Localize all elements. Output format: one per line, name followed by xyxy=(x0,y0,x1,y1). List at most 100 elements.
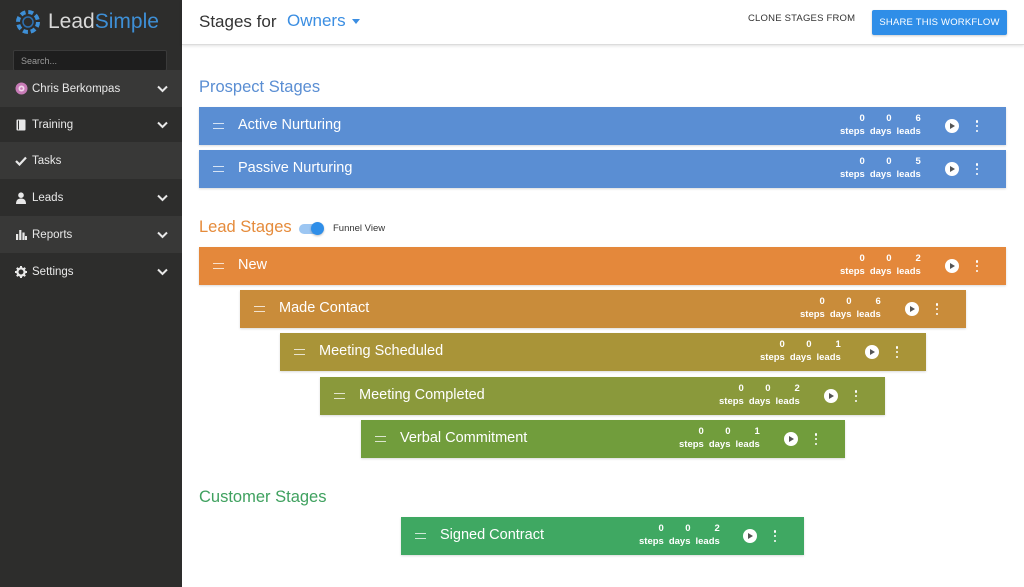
bar-chart-icon xyxy=(14,229,28,240)
stat-value: 0 xyxy=(859,253,865,264)
drag-handle-icon[interactable] xyxy=(415,533,426,539)
stat-days: 0 days xyxy=(870,113,892,139)
stat-label: steps xyxy=(840,126,865,137)
stage-name: Meeting Scheduled xyxy=(319,343,444,359)
stat-value: 0 xyxy=(806,339,812,350)
stat-value: 0 xyxy=(779,339,785,350)
stat-value: 5 xyxy=(915,156,921,167)
stat-label: steps xyxy=(679,439,704,450)
sidebar-item-tasks[interactable]: Tasks xyxy=(0,142,182,179)
more-options-icon[interactable] xyxy=(934,302,940,316)
stage-meeting-scheduled[interactable]: Meeting Scheduled 0 steps 0 days 1 leads xyxy=(280,333,926,371)
stat-label: steps xyxy=(639,536,664,547)
sidebar: LeadSimple Chris Berkompas Training Task… xyxy=(0,0,182,587)
logo[interactable]: Lead Simple xyxy=(0,0,182,44)
clone-stages-button[interactable]: CLONE STAGES FROM xyxy=(748,13,855,24)
stat-days: 0 days xyxy=(790,339,812,365)
stat-value: 0 xyxy=(685,523,691,534)
stat-leads: 5 leads xyxy=(896,156,920,182)
stat-leads: 1 leads xyxy=(735,426,759,452)
check-icon xyxy=(14,156,28,166)
stat-label: leads xyxy=(816,352,841,363)
sidebar-item-label: Settings xyxy=(32,265,74,278)
drag-handle-icon[interactable] xyxy=(254,306,265,312)
more-options-icon[interactable] xyxy=(974,259,980,273)
play-icon[interactable] xyxy=(865,345,879,359)
more-options-icon[interactable] xyxy=(974,162,980,176)
play-icon[interactable] xyxy=(784,432,798,446)
more-options-icon[interactable] xyxy=(853,389,859,403)
play-icon[interactable] xyxy=(905,302,919,316)
stat-value: 2 xyxy=(915,253,921,264)
drag-handle-icon[interactable] xyxy=(334,393,345,399)
stat-value: 0 xyxy=(819,296,825,307)
play-icon[interactable] xyxy=(743,529,757,543)
stat-leads: 6 leads xyxy=(896,113,920,139)
stat-steps: 0 steps xyxy=(840,156,865,182)
share-workflow-button[interactable]: SHARE THIS WORKFLOW xyxy=(872,10,1007,35)
stat-steps: 0 steps xyxy=(639,523,664,549)
more-options-icon[interactable] xyxy=(974,119,980,133)
stat-leads: 1 leads xyxy=(816,339,840,365)
stat-label: days xyxy=(869,126,892,137)
stat-value: 0 xyxy=(765,383,771,394)
stage-name: New xyxy=(238,257,268,273)
sidebar-item-settings[interactable]: Settings xyxy=(0,253,182,290)
sidebar-item-user-profile[interactable]: Chris Berkompas xyxy=(0,70,182,107)
stat-value: 0 xyxy=(886,156,892,167)
stat-label: steps xyxy=(760,352,785,363)
drag-handle-icon[interactable] xyxy=(213,123,224,129)
stat-value: 0 xyxy=(886,113,892,124)
drag-handle-icon[interactable] xyxy=(294,349,305,355)
stat-steps: 0 steps xyxy=(679,426,704,452)
sidebar-item-reports[interactable]: Reports xyxy=(0,216,182,253)
play-icon[interactable] xyxy=(945,162,959,176)
stat-label: days xyxy=(789,352,812,363)
stat-leads: 6 leads xyxy=(856,296,880,322)
stage-stats: 0 steps 0 days 1 leads xyxy=(679,426,765,452)
stage-passive-nurturing[interactable]: Passive Nurturing 0 steps 0 days 5 leads xyxy=(199,150,1006,188)
stat-steps: 0 steps xyxy=(760,339,785,365)
stage-name: Made Contact xyxy=(279,300,370,316)
logo-text-simple: Simple xyxy=(94,10,159,33)
stat-steps: 0 steps xyxy=(840,253,865,279)
stage-signed-contract[interactable]: Signed Contract 0 steps 0 days 2 leads xyxy=(401,517,804,555)
stat-value: 2 xyxy=(794,383,800,394)
sidebar-item-training[interactable]: Training xyxy=(0,106,182,143)
sidebar-item-leads[interactable]: Leads xyxy=(0,179,182,216)
workflow-select[interactable]: Owners xyxy=(287,11,360,31)
chevron-down-icon xyxy=(157,85,168,92)
funnel-view-toggle[interactable] xyxy=(299,222,324,235)
more-options-icon[interactable] xyxy=(772,529,778,543)
drag-handle-icon[interactable] xyxy=(375,436,386,442)
more-options-icon[interactable] xyxy=(894,345,900,359)
more-options-icon[interactable] xyxy=(813,432,819,446)
stat-label: days xyxy=(668,536,691,547)
sidebar-item-label: Leads xyxy=(32,191,64,204)
stage-made-contact[interactable]: Made Contact 0 steps 0 days 6 leads xyxy=(240,290,966,328)
stat-label: days xyxy=(829,309,852,320)
chevron-down-icon xyxy=(157,194,168,201)
drag-handle-icon[interactable] xyxy=(213,166,224,172)
stat-days: 0 days xyxy=(709,426,731,452)
play-icon[interactable] xyxy=(824,389,838,403)
search-input[interactable] xyxy=(13,50,167,71)
leadsimple-logo-icon xyxy=(16,10,40,34)
stat-value: 1 xyxy=(835,339,841,350)
stage-meeting-completed[interactable]: Meeting Completed 0 steps 0 days 2 leads xyxy=(320,377,885,415)
stat-label: leads xyxy=(775,396,800,407)
stage-active-nurturing[interactable]: Active Nurturing 0 steps 0 days 6 leads xyxy=(199,107,1006,145)
stat-value: 0 xyxy=(725,426,731,437)
play-icon[interactable] xyxy=(945,119,959,133)
drag-handle-icon[interactable] xyxy=(213,263,224,269)
stage-name: Passive Nurturing xyxy=(238,160,353,176)
stage-stats: 0 steps 0 days 1 leads xyxy=(760,339,846,365)
stage-new[interactable]: New 0 steps 0 days 2 leads xyxy=(199,247,1006,285)
play-icon[interactable] xyxy=(945,259,959,273)
stat-value: 6 xyxy=(875,296,881,307)
funnel-view-label: Funnel View xyxy=(333,223,386,234)
stat-steps: 0 steps xyxy=(719,383,744,409)
stat-label: days xyxy=(869,266,892,277)
stage-verbal-commitment[interactable]: Verbal Commitment 0 steps 0 days 1 leads xyxy=(361,420,845,458)
stat-label: leads xyxy=(856,309,881,320)
